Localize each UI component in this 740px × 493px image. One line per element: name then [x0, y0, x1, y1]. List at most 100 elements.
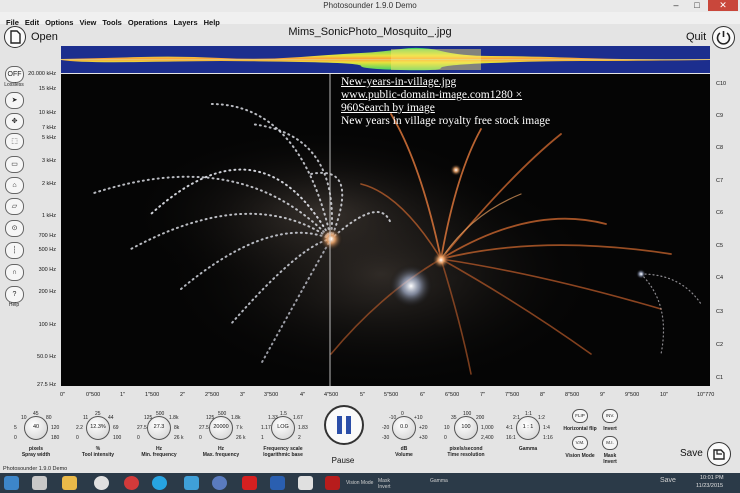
knob-scale-label: 1.67	[293, 415, 303, 421]
skype-icon[interactable]	[152, 476, 167, 490]
knob-scale-label: -20	[382, 425, 390, 431]
time-label: 10"770	[697, 392, 715, 398]
vision-mode-button[interactable]: V.M.	[572, 436, 588, 450]
knob-scale-label: 1.83	[298, 425, 308, 431]
freq-label: 200 Hz	[38, 289, 56, 295]
menu-operations[interactable]: Operations	[125, 17, 171, 27]
knob-scale-label: 1:4	[543, 425, 550, 431]
flip-button[interactable]: FLIP	[572, 409, 588, 423]
window-titlebar: Photosounder 1.9.0 Demo – □ ✕	[0, 0, 740, 12]
note-label: C3	[716, 309, 724, 315]
knob-scale-label: 0	[444, 435, 447, 441]
menu-tools[interactable]: Tools	[99, 17, 124, 27]
app-icon[interactable]	[184, 476, 199, 490]
close-button[interactable]: ✕	[708, 0, 738, 11]
knob-scale-label: 2,400	[481, 435, 494, 441]
acrobat-icon[interactable]	[298, 476, 313, 490]
time-label: 5"500	[384, 392, 399, 398]
menu-layers[interactable]: Layers	[170, 17, 200, 27]
knob-scale-label: 1:16	[543, 435, 553, 441]
knob-scale-label: 100	[113, 435, 122, 441]
knob-scale-label: 0	[199, 435, 202, 441]
time-label: 7"	[480, 392, 486, 398]
freq-label: 20.000 kHz	[28, 71, 56, 77]
time-label: 4"500	[324, 392, 339, 398]
time-label: 2"	[180, 392, 186, 398]
knob-scale-label: 1.8k	[231, 415, 241, 421]
network-icon[interactable]	[212, 476, 227, 490]
knob-label: dB Volume	[395, 446, 413, 458]
note-label: C2	[716, 342, 724, 348]
knob-scale-label: 200	[476, 415, 485, 421]
knob-scale-label: -10	[389, 415, 397, 421]
freq-label: 15 kHz	[38, 86, 56, 92]
knob-scale-label: 1.5	[280, 411, 287, 417]
pause-label: Pause	[331, 456, 355, 465]
knob-scale-label: 10	[444, 425, 450, 431]
quit-button[interactable]	[712, 26, 735, 49]
maximize-button[interactable]: □	[687, 0, 707, 11]
word-icon[interactable]	[270, 476, 285, 490]
freq-label: 5 kHz	[41, 135, 56, 141]
overview-bar[interactable]	[61, 46, 710, 73]
knob-scale-label: 100	[463, 411, 472, 417]
knob-scale-label: 4:1	[506, 425, 513, 431]
knob-scale-label: 1:2	[538, 415, 545, 421]
taskbar-text: Gamma	[430, 478, 448, 484]
file-name: Mims_SonicPhoto_Mosquito_.jpg	[288, 26, 452, 38]
knob-scale-label: 0	[14, 435, 17, 441]
knob-scale-label: 1:1	[525, 411, 532, 417]
knob-scale-label: +10	[414, 415, 423, 421]
start-button[interactable]	[4, 476, 19, 490]
menu-view[interactable]: View	[76, 17, 99, 27]
knob-scale-label: 69	[113, 425, 119, 431]
invert-label: Invert	[603, 426, 617, 432]
photosounder-icon[interactable]	[325, 476, 340, 490]
cursor-icon: ➤	[11, 97, 18, 104]
time-label: 6"	[420, 392, 426, 398]
knob-value: 100	[461, 424, 471, 430]
note-label: C10	[716, 81, 727, 87]
save-button[interactable]	[707, 442, 731, 466]
keyboard-icon[interactable]	[32, 476, 47, 490]
quit-label: Quit	[686, 31, 707, 43]
freq-label: 27.5 Hz	[37, 382, 56, 388]
freq-label: 10 kHz	[38, 110, 56, 116]
move-icon: ✥	[11, 118, 18, 125]
media-player-icon[interactable]	[94, 476, 109, 490]
knob-scale-label: 1,000	[481, 425, 494, 431]
mask-invert-button[interactable]: M.I.	[602, 436, 618, 450]
note-label: C5	[716, 243, 724, 249]
freq-label: 300 Hz	[38, 267, 56, 273]
red-app-icon[interactable]	[242, 476, 257, 490]
knob-scale-label: 2.2	[76, 425, 83, 431]
window-title: Photosounder 1.9.0 Demo	[323, 1, 417, 10]
freq-label: 2 kHz	[41, 181, 56, 187]
menu-options[interactable]: Options	[42, 17, 76, 27]
overlay-line: New-years-in-village.jpg	[341, 76, 457, 88]
pointer-tool[interactable]: ➤	[5, 92, 24, 109]
zoom-icon: ⊙	[11, 225, 18, 232]
time-label: 9"500	[625, 392, 640, 398]
knob-scale-label: 45	[33, 411, 39, 417]
itunes-icon[interactable]	[124, 476, 139, 490]
brush-icon: ▱	[11, 203, 18, 210]
folder-icon[interactable]	[62, 476, 77, 490]
freq-label: 500 Hz	[38, 247, 56, 253]
menu-edit[interactable]: Edit	[22, 17, 42, 27]
knob-scale-label: 1.33	[268, 415, 278, 421]
overlay-line: New years in village royalty free stock …	[341, 115, 551, 127]
knob-label: pixels Spray width	[21, 446, 51, 458]
power-icon	[716, 31, 731, 45]
invert-button[interactable]: INV.	[602, 409, 618, 423]
pause-button[interactable]	[324, 405, 364, 445]
knob-scale-label: 26 k	[236, 435, 246, 441]
open-button[interactable]	[4, 26, 26, 48]
menu-bar: File Edit Options View Tools Operations Layers…	[0, 12, 740, 27]
knob-scale-label: 125	[206, 415, 215, 421]
knob-scale-label: 16:1	[506, 435, 516, 441]
knob-scale-label: 7 k	[236, 425, 243, 431]
time-label: 5"	[360, 392, 366, 398]
minimize-button[interactable]: –	[666, 0, 686, 11]
knob-value: 40	[32, 424, 40, 430]
